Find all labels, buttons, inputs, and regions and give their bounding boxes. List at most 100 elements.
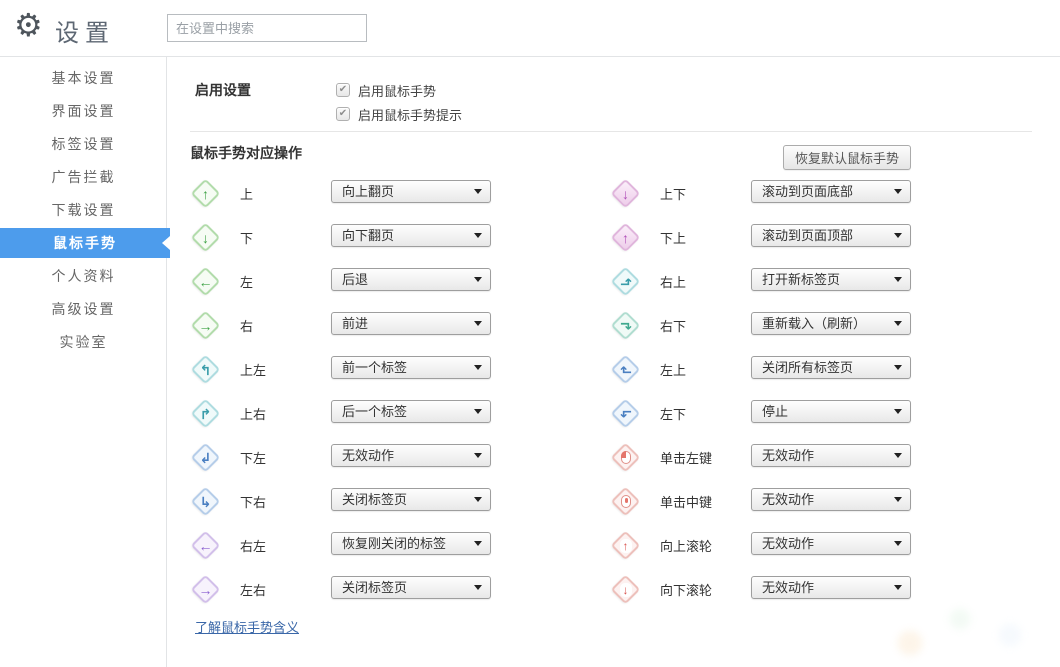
settings-sidebar: 基本设置 界面设置 标签设置 广告拦截 下载设置 鼠标手势 个人资料 高级设置 …: [0, 57, 167, 667]
dropdown-arrow-icon: [474, 277, 482, 282]
dropdown-arrow-icon: [894, 541, 902, 546]
arrow-right-left-icon: ←: [192, 532, 219, 559]
restore-default-gestures-button[interactable]: 恢复默认鼠标手势: [783, 145, 911, 170]
sidebar-item-3[interactable]: 标签设置: [0, 128, 167, 161]
gesture-action-select[interactable]: 恢复刚关闭的标签: [331, 532, 491, 555]
gesture-row: ↲ 下左 无效动作: [190, 436, 610, 480]
gesture-row: ↑ 上 向上翻页: [190, 172, 610, 216]
gesture-row: ↰ 上左 前一个标签: [190, 348, 610, 392]
gesture-label: 单击中键: [660, 492, 712, 511]
selected-action-label: 无效动作: [762, 445, 814, 466]
gesture-action-select[interactable]: 关闭所有标签页: [751, 356, 911, 379]
selected-action-label: 滚动到页面顶部: [762, 225, 853, 246]
gesture-action-select[interactable]: 滚动到页面底部: [751, 180, 911, 203]
gesture-label: 右左: [240, 536, 266, 555]
gesture-action-select[interactable]: 关闭标签页: [331, 576, 491, 599]
checkbox-2[interactable]: ✔: [336, 107, 350, 121]
page-title: 设置: [55, 13, 115, 48]
selected-action-label: 无效动作: [762, 533, 814, 554]
search-input[interactable]: [167, 14, 367, 42]
dropdown-arrow-icon: [474, 497, 482, 502]
checkbox-label: 启用鼠标手势提示: [358, 105, 462, 124]
gesture-action-select[interactable]: 向上翻页: [331, 180, 491, 203]
arrow-down-right-icon: ↳: [192, 488, 219, 515]
gesture-row: ↱ 右下 重新载入（刷新）: [610, 304, 1030, 348]
main-panel: 启用设置 ✔ 启用鼠标手势 ✔ 启用鼠标手势提示 鼠标手势对应操作 恢复默认鼠标…: [167, 57, 1060, 667]
arrow-left-right-icon: →: [192, 576, 219, 603]
arrow-up-right-icon: ↱: [192, 400, 219, 427]
dropdown-arrow-icon: [474, 453, 482, 458]
gear-icon: ⚙: [14, 6, 43, 44]
gesture-row: ↰ 左下 停止: [610, 392, 1030, 436]
gesture-row: ↱ 左上 关闭所有标签页: [610, 348, 1030, 392]
selected-action-label: 关闭标签页: [342, 577, 407, 598]
sidebar-item-9[interactable]: 实验室: [0, 326, 167, 359]
gesture-action-select[interactable]: 无效动作: [751, 444, 911, 467]
enable-section-title: 启用设置: [195, 80, 251, 100]
sidebar-item-7[interactable]: 个人资料: [0, 260, 167, 293]
gesture-label: 下上: [660, 228, 686, 247]
gesture-row: ↰ 右上 打开新标签页: [610, 260, 1030, 304]
dropdown-arrow-icon: [474, 365, 482, 370]
gesture-row: 单击左键 无效动作: [610, 436, 1030, 480]
gesture-action-select[interactable]: 重新载入（刷新）: [751, 312, 911, 335]
selected-action-label: 前一个标签: [342, 357, 407, 378]
arrow-up-down-icon: ↓: [612, 180, 639, 207]
dropdown-arrow-icon: [474, 409, 482, 414]
watermark: [850, 587, 1050, 667]
arrow-right-up-icon: ↰: [612, 268, 639, 295]
dropdown-arrow-icon: [894, 321, 902, 326]
selected-action-label: 关闭标签页: [342, 489, 407, 510]
sidebar-item-6[interactable]: 鼠标手势: [0, 228, 170, 258]
gesture-section-title: 鼠标手势对应操作: [190, 143, 302, 163]
learn-gestures-link[interactable]: 了解鼠标手势含义: [195, 617, 299, 636]
dropdown-arrow-icon: [894, 409, 902, 414]
gesture-row: ↑ 向上滚轮 无效动作: [610, 524, 1030, 568]
gesture-label: 右下: [660, 316, 686, 335]
mouse-left-click-icon: [612, 444, 639, 471]
gesture-row: 单击中键 无效动作: [610, 480, 1030, 524]
gesture-action-select[interactable]: 前一个标签: [331, 356, 491, 379]
gesture-label: 向下滚轮: [660, 580, 712, 599]
selected-action-label: 向下翻页: [342, 225, 394, 246]
gesture-action-select[interactable]: 无效动作: [331, 444, 491, 467]
gesture-row: ← 右左 恢复刚关闭的标签: [190, 524, 610, 568]
gesture-action-select[interactable]: 无效动作: [751, 532, 911, 555]
gesture-action-select[interactable]: 滚动到页面顶部: [751, 224, 911, 247]
gesture-action-select[interactable]: 无效动作: [751, 488, 911, 511]
checkbox-1[interactable]: ✔: [336, 83, 350, 97]
gesture-action-select[interactable]: 关闭标签页: [331, 488, 491, 511]
selected-action-label: 后退: [342, 269, 368, 290]
selected-action-label: 停止: [762, 401, 788, 422]
gesture-label: 单击左键: [660, 448, 712, 467]
gesture-column-left: ↑ 上 向上翻页 ↓ 下 向下翻页 ← 左 后退 → 右 前: [190, 172, 610, 612]
sidebar-item-8[interactable]: 高级设置: [0, 293, 167, 326]
gesture-label: 左右: [240, 580, 266, 599]
gesture-action-select[interactable]: 后一个标签: [331, 400, 491, 423]
gesture-action-select[interactable]: 停止: [751, 400, 911, 423]
selected-action-label: 无效动作: [342, 445, 394, 466]
arrow-right-icon: →: [192, 312, 219, 339]
gesture-label: 左: [240, 272, 253, 291]
arrow-down-up-icon: ↑: [612, 224, 639, 251]
sidebar-item-2[interactable]: 界面设置: [0, 95, 167, 128]
gesture-action-select[interactable]: 打开新标签页: [751, 268, 911, 291]
selected-action-label: 恢复刚关闭的标签: [342, 533, 446, 554]
mouse-middle-click-icon: [612, 488, 639, 515]
gesture-row: ↓ 上下 滚动到页面底部: [610, 172, 1030, 216]
section-divider: [190, 131, 1032, 132]
arrow-up-left-icon: ↰: [192, 356, 219, 383]
gesture-label: 向上滚轮: [660, 536, 712, 555]
selected-action-label: 前进: [342, 313, 368, 334]
gesture-label: 下右: [240, 492, 266, 511]
arrow-down-icon: ↓: [192, 224, 219, 251]
gesture-action-select[interactable]: 前进: [331, 312, 491, 335]
sidebar-item-1[interactable]: 基本设置: [0, 62, 167, 95]
gesture-action-select[interactable]: 后退: [331, 268, 491, 291]
gesture-label: 右上: [660, 272, 686, 291]
sidebar-item-4[interactable]: 广告拦截: [0, 161, 167, 194]
selected-action-label: 无效动作: [762, 489, 814, 510]
sidebar-item-5[interactable]: 下载设置: [0, 194, 167, 227]
gesture-row: → 左右 关闭标签页: [190, 568, 610, 612]
gesture-action-select[interactable]: 向下翻页: [331, 224, 491, 247]
